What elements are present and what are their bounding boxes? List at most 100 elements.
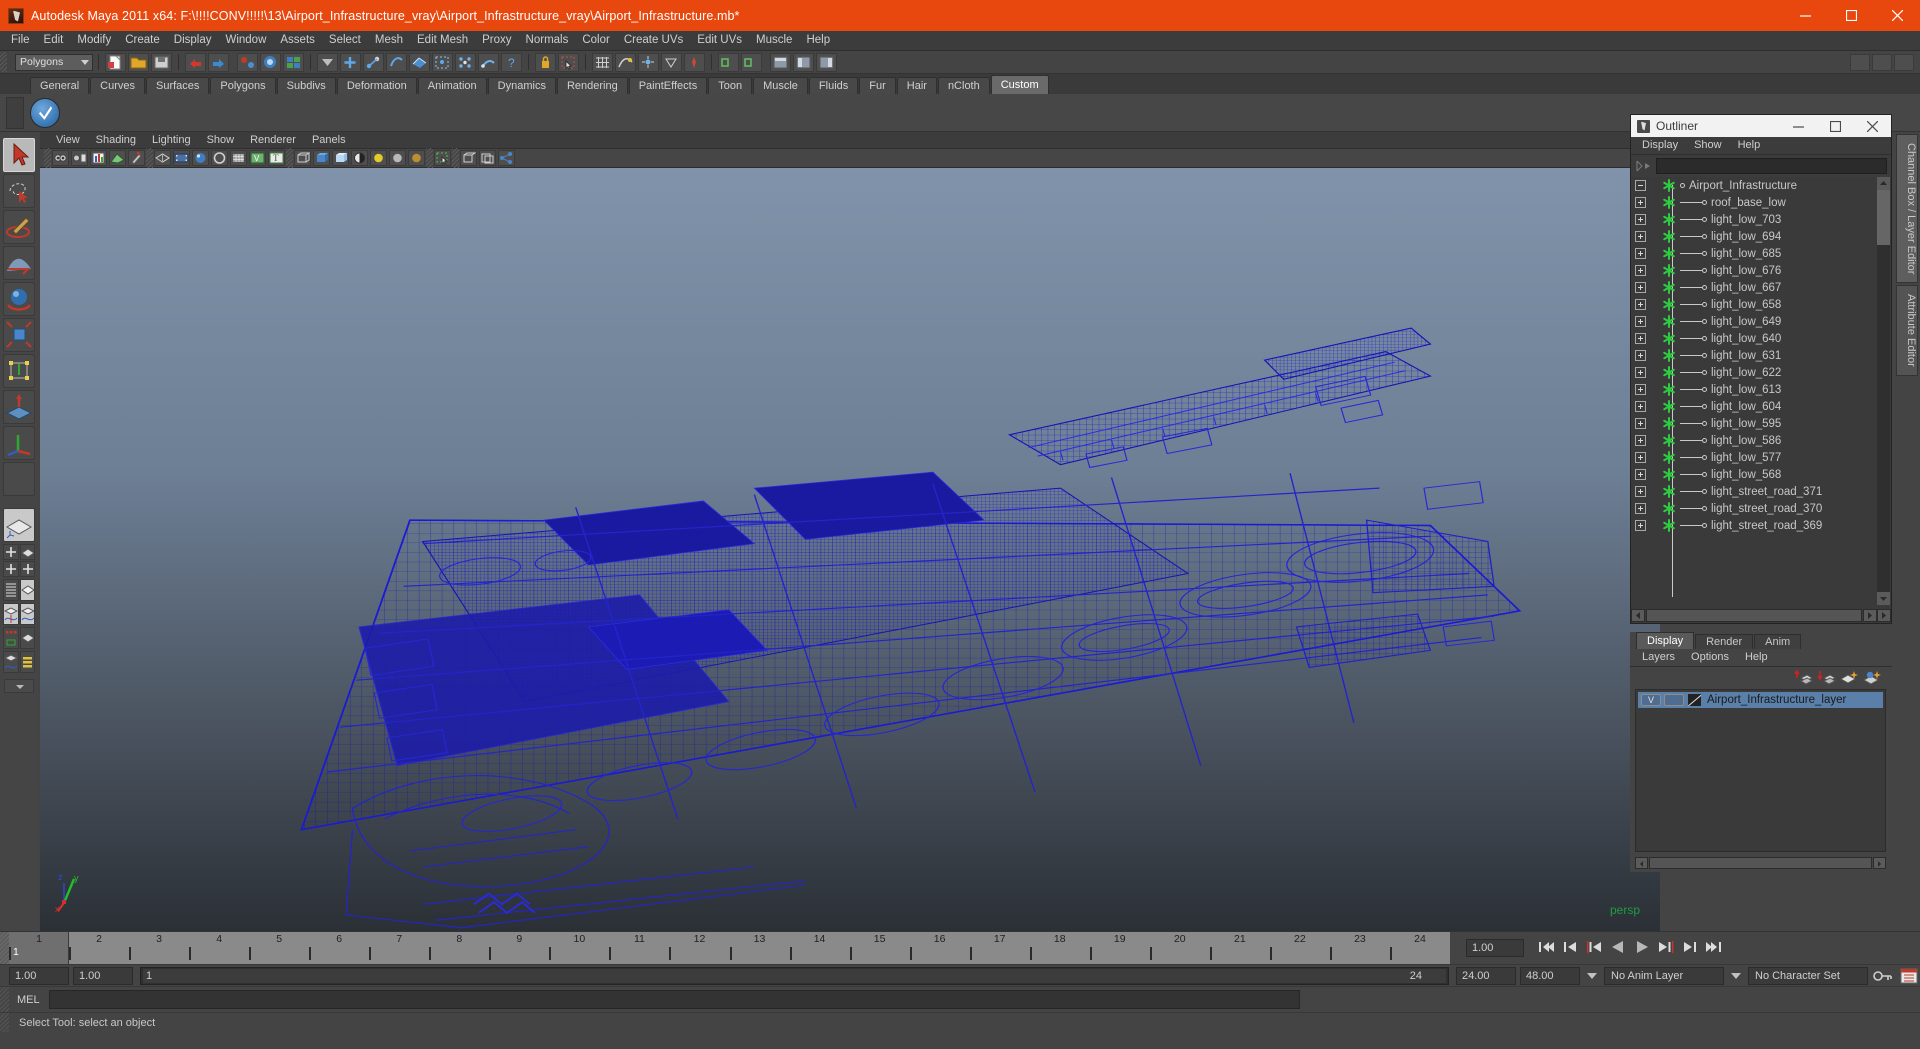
right-tab-attribute-editor[interactable]: Attribute Editor <box>1896 285 1918 377</box>
layer-color-swatch[interactable] <box>1688 694 1701 706</box>
outliner-item[interactable]: light_low_622 <box>1631 364 1891 381</box>
mask-hull-button[interactable] <box>432 52 453 72</box>
shelf-tab-deformation[interactable]: Deformation <box>336 77 417 94</box>
menu-set-selector[interactable]: Polygons <box>15 53 93 71</box>
select-tool-button[interactable] <box>3 138 35 172</box>
snap-to-point-button[interactable] <box>638 52 659 72</box>
outliner-minimize-button[interactable] <box>1780 115 1817 137</box>
shelf-tab-subdivs[interactable]: Subdivs <box>276 77 336 94</box>
texture-display-icon[interactable]: V <box>249 150 266 166</box>
layer-hscroll-left-button[interactable] <box>1635 856 1648 869</box>
layer-editor-tab-display[interactable]: Display <box>1636 632 1695 649</box>
duplicate-view-icon[interactable] <box>479 150 496 166</box>
expand-icon[interactable] <box>1635 231 1646 242</box>
layer-visibility-toggle[interactable]: V <box>1641 694 1661 706</box>
highlight-selection-button[interactable] <box>558 52 579 72</box>
outliner-item[interactable]: light_low_649 <box>1631 313 1891 330</box>
outliner-item[interactable]: light_low_595 <box>1631 415 1891 432</box>
outliner-filter-icon[interactable] <box>1635 159 1653 173</box>
menu-item-display[interactable]: Display <box>167 31 219 50</box>
select-by-hierarchy-button[interactable] <box>237 52 258 72</box>
mask-pivots-button[interactable] <box>455 52 476 72</box>
expand-icon[interactable] <box>1635 486 1646 497</box>
outliner-hscroll-right-button-b[interactable] <box>1877 608 1891 622</box>
use-default-light-icon[interactable] <box>370 150 387 166</box>
two-panes-side-layout-button[interactable] <box>3 561 19 577</box>
expand-icon[interactable] <box>1635 248 1646 259</box>
menu-item-select[interactable]: Select <box>322 31 368 50</box>
outliner-item[interactable]: light_street_road_369 <box>1631 517 1891 534</box>
menu-item-edit-mesh[interactable]: Edit Mesh <box>410 31 475 50</box>
range-start-field[interactable]: 1.00 <box>9 966 69 985</box>
menu-item-color[interactable]: Color <box>575 31 616 50</box>
shelf-tab-custom[interactable]: Custom <box>990 75 1049 94</box>
paint-select-tool-button[interactable] <box>3 210 35 244</box>
outliner-menu-help[interactable]: Help <box>1730 137 1769 154</box>
status-line-handle[interactable] <box>0 52 7 72</box>
open-scene-button[interactable] <box>128 52 149 72</box>
play-forwards-button[interactable] <box>1631 938 1653 958</box>
two-panes-stacked-layout-button[interactable] <box>19 561 35 577</box>
wireframe-shading-icon[interactable] <box>154 150 171 166</box>
blank-tool-slot[interactable] <box>3 462 35 496</box>
viewport-toolbar-handle[interactable] <box>44 148 51 168</box>
menu-item-edit-uvs[interactable]: Edit UVs <box>690 31 749 50</box>
redo-button[interactable] <box>208 52 229 72</box>
outliner-item[interactable]: light_low_640 <box>1631 330 1891 347</box>
expand-icon[interactable] <box>1635 282 1646 293</box>
outliner-hscroll-left-button[interactable] <box>1631 608 1645 622</box>
shade-solid-icon[interactable] <box>313 150 330 166</box>
expand-icon[interactable] <box>1635 367 1646 378</box>
character-set-dropdown-icon[interactable] <box>1731 972 1741 979</box>
outliner-item[interactable]: light_low_694 <box>1631 228 1891 245</box>
outliner-item[interactable]: Airport_Infrastructure <box>1631 177 1891 194</box>
menu-item-help[interactable]: Help <box>799 31 837 50</box>
viewport-menu-shading[interactable]: Shading <box>88 132 144 149</box>
outliner-horizontal-scrollbar[interactable] <box>1631 607 1891 623</box>
outliner-menu-show[interactable]: Show <box>1686 137 1730 154</box>
move-layer-down-icon[interactable] <box>1817 669 1837 685</box>
range-end-field[interactable]: 1.00 <box>73 966 133 985</box>
outliner-maximize-button[interactable] <box>1817 115 1854 137</box>
select-by-component-type-button[interactable] <box>283 52 304 72</box>
wireframe-on-shaded-icon[interactable] <box>230 150 247 166</box>
expand-icon[interactable] <box>1635 503 1646 514</box>
shelf-options-button[interactable] <box>6 97 24 129</box>
show-channel-box-button[interactable] <box>816 52 837 72</box>
outliner-tree[interactable]: Airport_Infrastructure roof_base_low light… <box>1631 177 1891 605</box>
smooth-shade-all-icon[interactable] <box>192 150 209 166</box>
lasso-select-tool-button[interactable] <box>3 174 35 208</box>
mask-edges-button[interactable] <box>363 52 384 72</box>
menu-item-normals[interactable]: Normals <box>519 31 576 50</box>
menu-item-modify[interactable]: Modify <box>70 31 118 50</box>
single-perspective-layout-button[interactable] <box>3 508 35 542</box>
close-button[interactable] <box>1874 0 1920 31</box>
outliner-item[interactable]: roof_base_low <box>1631 194 1891 211</box>
expand-icon[interactable] <box>1635 316 1646 327</box>
shade-options-icon[interactable] <box>211 150 228 166</box>
two-dimensional-pan-zoom-icon[interactable] <box>109 150 126 166</box>
persp-graph-editor-layout-button[interactable] <box>3 603 19 625</box>
animation-preferences-icon[interactable] <box>1898 967 1920 985</box>
new-layer-from-selected-icon[interactable] <box>1862 669 1882 685</box>
outliner-item[interactable]: light_low_703 <box>1631 211 1891 228</box>
lock-selection-button[interactable] <box>535 52 556 72</box>
expand-icon[interactable] <box>1635 333 1646 344</box>
snap-to-view-plane-button[interactable] <box>661 52 682 72</box>
expand-icon[interactable] <box>1635 401 1646 412</box>
image-plane-attributes-icon[interactable] <box>90 150 107 166</box>
four-view-layout-button[interactable] <box>3 544 19 560</box>
soft-modification-tool-button[interactable] <box>3 246 35 280</box>
menu-item-muscle[interactable]: Muscle <box>749 31 799 50</box>
make-live-button[interactable] <box>684 52 705 72</box>
mask-faces-button[interactable] <box>386 52 407 72</box>
layer-hscroll-right-button[interactable] <box>1873 856 1886 869</box>
shelf-tab-hair[interactable]: Hair <box>896 77 937 94</box>
outliner-scroll-down-button[interactable] <box>1877 592 1890 605</box>
menu-item-create[interactable]: Create <box>118 31 167 50</box>
outliner-search-input[interactable] <box>1656 158 1887 174</box>
rotate-tool-button[interactable] <box>3 282 35 316</box>
viewport-3d-canvas[interactable]: z y x persp <box>40 168 1660 931</box>
layer-editor-tab-render[interactable]: Render <box>1695 634 1754 649</box>
shade-bounding-box-icon[interactable] <box>332 150 349 166</box>
